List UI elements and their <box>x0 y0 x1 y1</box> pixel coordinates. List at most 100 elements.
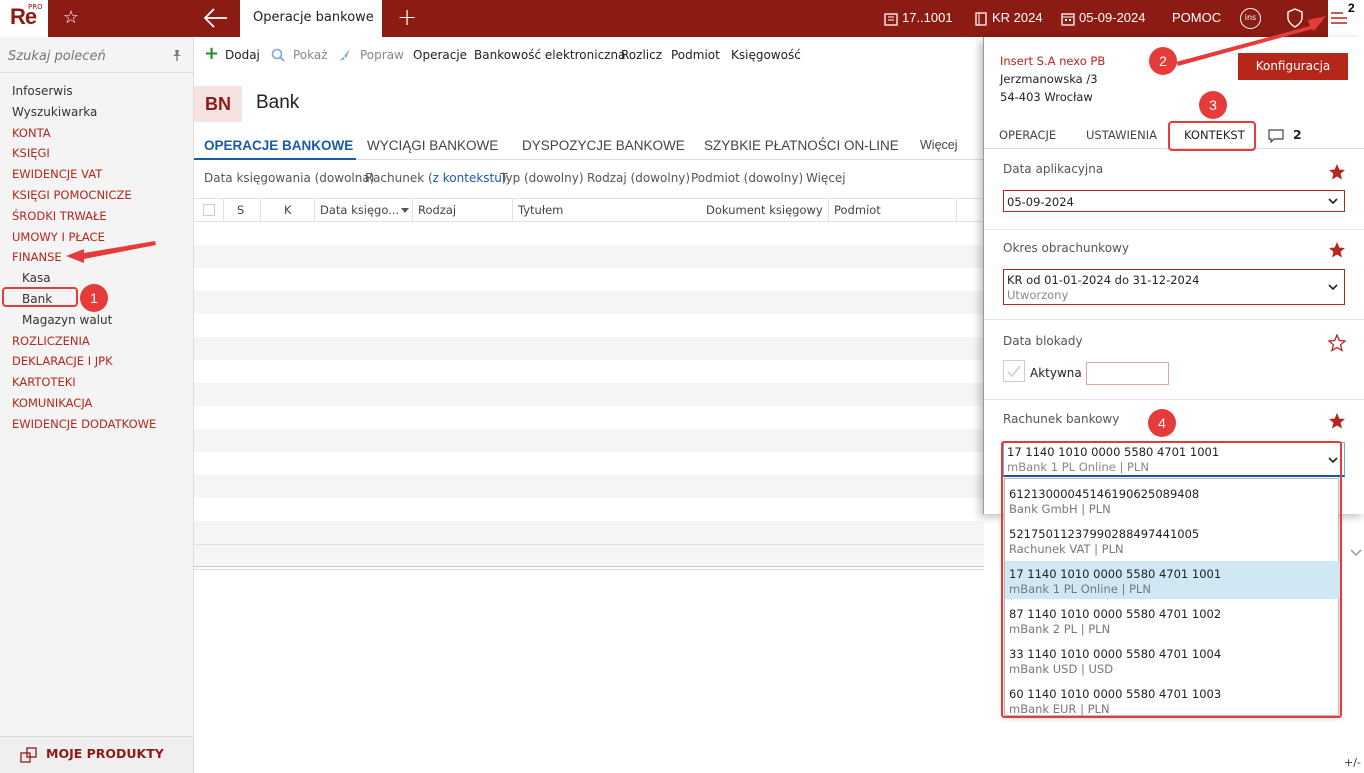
app-date-value: 05-09-2024 <box>1007 195 1074 209</box>
sidebar-item-finanse[interactable]: FINANSE <box>12 247 156 268</box>
module-badge: BN <box>194 86 242 122</box>
my-products-button[interactable]: MOJE PRODUKTY <box>0 736 193 773</box>
favorites-star-icon[interactable]: ☆ <box>60 7 82 29</box>
section-app-date: Data aplikacyjna 05-09-2024 <box>984 150 1364 230</box>
filter-subject[interactable]: Podmiot (dowolny) <box>691 171 803 185</box>
dropdown-option[interactable]: 87 1140 1010 0000 5580 4701 1002 mBank 2… <box>1005 601 1340 639</box>
chevron-down-icon[interactable] <box>1350 548 1362 558</box>
filter-account-link[interactable]: z kontekstu <box>433 171 502 185</box>
filter-kind[interactable]: Rodzaj (dowolny) <box>587 171 690 185</box>
sidebar-item-infoserwis[interactable]: Infoserwis <box>12 81 156 102</box>
sidebar-item-ewidencje-dodatkowe[interactable]: EWIDENCJE DODATKOWE <box>12 414 156 435</box>
star-filled-icon[interactable] <box>1328 241 1346 259</box>
tab-szybkie-platnosci[interactable]: SZYBKIE PŁATNOŚCI ON-LINE <box>704 138 899 153</box>
bank-account-select[interactable]: 17 1140 1010 0000 5580 4701 1001 mBank 1… <box>1003 442 1345 477</box>
col-s[interactable]: S <box>237 203 244 217</box>
period-status: Utworzony <box>1007 288 1069 302</box>
grid-splitter[interactable] <box>194 566 984 570</box>
tab-wyciagi-bankowe[interactable]: WYCIĄGI BANKOWE <box>367 138 498 153</box>
sidebar-item-konta[interactable]: KONTA <box>12 123 156 144</box>
operations-button[interactable]: Operacje <box>413 48 467 62</box>
period-selector[interactable]: KR 2024 <box>974 0 1043 37</box>
col-subject[interactable]: Podmiot <box>834 203 881 217</box>
shield-icon[interactable] <box>1286 8 1304 28</box>
lock-date-label: Data blokady <box>1003 334 1083 348</box>
dropdown-option[interactable]: 60 1140 1010 0000 5580 4701 1003 mBank E… <box>1005 681 1340 719</box>
company-name[interactable]: Insert S.A nexo PB <box>1000 52 1105 70</box>
configuration-button[interactable]: Konfiguracja <box>1238 53 1348 80</box>
col-k[interactable]: K <box>284 203 292 217</box>
sidebar-item-deklaracje-i-jpk[interactable]: DEKLARACJE I JPK <box>12 351 156 372</box>
accounting-button[interactable]: Księgowość <box>731 48 801 62</box>
period-select[interactable]: KR od 01-01-2024 do 31-12-2024 Utworzony <box>1003 269 1345 305</box>
sidebar-item-umowy-i-place[interactable]: UMOWY I PŁACE <box>12 227 156 248</box>
hamburger-icon[interactable] <box>1331 12 1347 24</box>
app-date: 05-09-2024 <box>1079 10 1146 25</box>
filter-account[interactable]: Rachunek (z kontekstu) <box>365 171 507 185</box>
building-icon <box>884 12 898 26</box>
filter-date[interactable]: Data księgowania (dowolna) <box>204 171 374 185</box>
new-tab-plus-icon[interactable]: + <box>397 5 417 29</box>
star-outline-icon[interactable] <box>1328 334 1346 352</box>
tab-dyspozycje-bankowe[interactable]: DYSPOZYCJE BANKOWE <box>522 138 685 153</box>
option-number: 61213000045146190625089408 <box>1009 487 1200 501</box>
tab-operacje-bankowe[interactable]: Operacje bankowe <box>240 0 382 37</box>
tab-operacje-bankowe-main[interactable]: OPERACJE BANKOWE <box>204 138 353 153</box>
check-icon <box>1007 365 1021 378</box>
zoom-toggle[interactable]: +/- <box>1344 756 1361 769</box>
sidebar-item-magazyn-walut[interactable]: Magazyn walut <box>12 310 156 331</box>
col-title[interactable]: Tytułem <box>518 203 563 217</box>
dropdown-option[interactable]: 33 1140 1010 0000 5580 4701 1004 mBank U… <box>1005 641 1340 679</box>
sort-desc-icon[interactable] <box>401 208 409 213</box>
command-search-input[interactable] <box>8 46 158 66</box>
ins-icon[interactable]: ins <box>1240 8 1261 29</box>
select-all-checkbox[interactable] <box>203 204 215 216</box>
section-lock-date: Data blokady <box>984 320 1364 400</box>
sidebar-nav: Infoserwis Wyszukiwarka KONTA KSIĘGI EWI… <box>12 81 156 435</box>
comment-icon[interactable] <box>1268 129 1284 143</box>
sidebar-item-ksiegi-pomocnicze[interactable]: KSIĘGI POMOCNICZE <box>12 185 156 206</box>
app-logo[interactable]: Re PRO <box>0 0 48 37</box>
sidebar-item-ewidencje-vat[interactable]: EWIDENCJE VAT <box>12 164 156 185</box>
star-filled-icon[interactable] <box>1328 163 1346 181</box>
show-button[interactable]: Pokaż <box>293 48 328 62</box>
sidebar-item-srodki-trwale[interactable]: ŚRODKI TRWAŁE <box>12 206 156 227</box>
date-selector[interactable]: 05-09-2024 <box>1061 0 1146 37</box>
context-tab-highlight <box>1168 121 1256 151</box>
sidebar-item-rozliczenia[interactable]: ROZLICZENIA <box>12 331 156 352</box>
sidebar-item-komunikacja[interactable]: KOMUNIKACJA <box>12 393 156 414</box>
pin-icon[interactable] <box>171 49 183 61</box>
star-filled-icon[interactable] <box>1328 412 1346 430</box>
settle-button[interactable]: Rozlicz <box>621 48 662 62</box>
filter-more[interactable]: Więcej <box>806 171 846 185</box>
main-toolbar: + Dodaj Pokaż Popraw Operacje Bankowość … <box>194 37 984 75</box>
panel-tab-settings[interactable]: USTAWIENIA <box>1086 128 1157 142</box>
lock-date-active-label: Aktywna <box>1030 366 1082 380</box>
ebanking-button[interactable]: Bankowość elektroniczna <box>474 48 625 62</box>
filter-type[interactable]: Typ (dowolny) <box>500 171 584 185</box>
tab-wiecej[interactable]: Więcej <box>920 138 958 152</box>
subject-button[interactable]: Podmiot <box>671 48 720 62</box>
option-desc: mBank EUR | PLN <box>1009 702 1110 716</box>
back-arrow-icon[interactable] <box>203 6 229 30</box>
add-plus-icon[interactable]: + <box>204 45 219 63</box>
col-doc[interactable]: Dokument księgowy <box>706 203 823 217</box>
col-date[interactable]: Data księgo... <box>320 203 399 217</box>
sidebar-item-wyszukiwarka[interactable]: Wyszukiwarka <box>12 102 156 123</box>
sidebar-item-ksiegi[interactable]: KSIĘGI <box>12 143 156 164</box>
menu-badge: 2 <box>1348 1 1355 15</box>
panel-tab-operations[interactable]: OPERACJE <box>999 128 1056 142</box>
lock-date-checkbox[interactable] <box>1003 360 1025 382</box>
help-button[interactable]: POMOC <box>1172 0 1221 37</box>
dropdown-option-selected[interactable]: 17 1140 1010 0000 5580 4701 1001 mBank 1… <box>1005 561 1340 599</box>
dropdown-option[interactable]: 61213000045146190625089408 Bank GmbH | P… <box>1005 481 1340 519</box>
lock-date-input[interactable] <box>1086 362 1169 385</box>
sidebar-item-kasa[interactable]: Kasa <box>12 268 156 289</box>
sidebar-item-kartoteki[interactable]: KARTOTEKI <box>12 372 156 393</box>
add-button[interactable]: Dodaj <box>225 48 260 62</box>
col-kind[interactable]: Rodzaj <box>418 203 456 217</box>
dropdown-option[interactable]: 52175011237990288497441005 Rachunek VAT … <box>1005 521 1340 559</box>
company-selector[interactable]: 17..1001 <box>884 0 953 37</box>
edit-button[interactable]: Popraw <box>360 48 404 62</box>
app-date-select[interactable]: 05-09-2024 <box>1003 190 1345 212</box>
